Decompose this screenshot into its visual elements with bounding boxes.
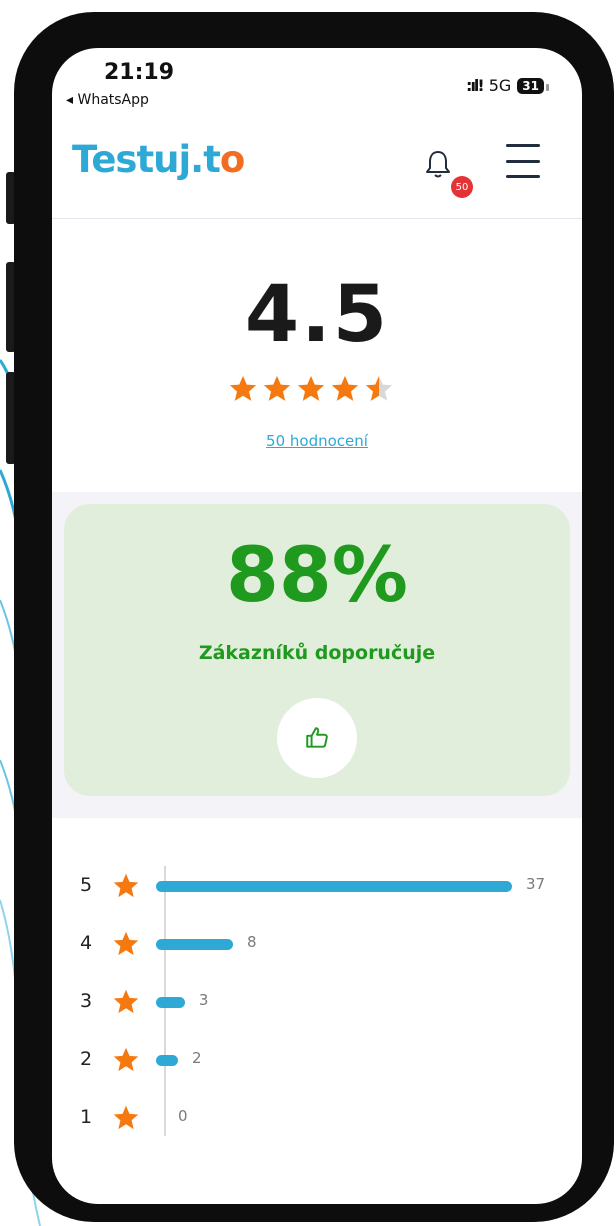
star-icon [113,1047,139,1072]
star-full-icon [297,375,325,401]
recommend-card: 88% Zákazníků doporučuje [64,504,570,796]
distribution-star-label: 1 [80,1106,93,1128]
logo-text: Testuj.t [72,138,221,181]
average-rating: 4.5 [244,270,390,360]
status-indicators: :ıl! 5G 31 [466,76,549,95]
star-icon [113,873,139,898]
battery-icon: 31 [517,77,549,94]
network-type: 5G [488,76,512,95]
distribution-bar [156,997,185,1008]
site-logo[interactable]: Testuj.to [72,138,245,181]
logo-check: o [219,138,245,181]
star-full-icon [229,375,257,401]
distribution-star-label: 5 [80,874,93,896]
distribution-count: 2 [192,1049,202,1067]
distribution-bar [156,1055,178,1066]
bell-icon[interactable] [424,148,452,180]
distribution-row-3[interactable]: 33 [52,989,582,1020]
recommend-percent: 88% [226,530,408,619]
recommend-label: Zákazníků doporučuje [198,642,436,664]
recommend-button[interactable] [277,698,357,778]
hamburger-menu-icon[interactable] [506,144,540,178]
distribution-row-2[interactable]: 22 [52,1047,582,1078]
star-icon [113,931,139,956]
distribution-row-1[interactable]: 10 [52,1105,582,1136]
header-divider [52,218,582,219]
distribution-count: 37 [526,875,546,893]
star-icon [113,989,139,1014]
distribution-star-label: 3 [80,990,93,1012]
star-full-icon [331,375,359,401]
distribution-row-4[interactable]: 48 [52,931,582,962]
notification-badge: 50 [451,176,473,198]
star-half-icon [365,375,393,401]
status-time: 21:19 [104,60,175,85]
distribution-count: 0 [178,1107,188,1125]
distribution-row-5[interactable]: 5 37 [52,873,582,904]
distribution-star-label: 4 [80,932,93,954]
signal-icon: :ıl! [466,76,485,95]
thumbs-up-icon [306,727,328,748]
distribution-star-label: 2 [80,1048,93,1070]
back-to-app-link[interactable]: ◂ WhatsApp [66,92,149,108]
distribution-bar [156,939,233,950]
phone-screen: 21:19 ◂ WhatsApp :ıl! 5G 31 Testuj.to 50… [52,48,582,1204]
star-full-icon [263,375,291,401]
star-icon [113,1105,139,1130]
rating-stars [228,374,394,404]
reviews-count-link[interactable]: 50 hodnocení [52,432,582,450]
distribution-count: 8 [246,933,257,951]
distribution-count: 3 [198,991,209,1009]
distribution-bar [156,881,512,892]
